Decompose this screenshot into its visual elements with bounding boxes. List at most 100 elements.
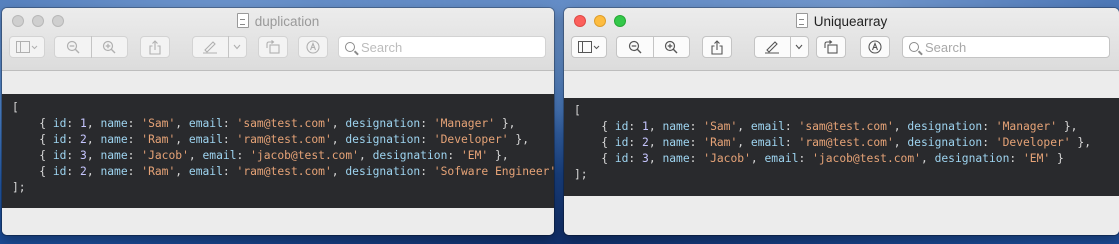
toolbar: Search: [564, 36, 1119, 60]
share-button[interactable]: [140, 36, 170, 58]
annotate-icon: [306, 40, 320, 54]
code-line: { id: 1, name: 'Sam', email: 'sam@test.c…: [574, 120, 1078, 133]
code-key-designation: designation: [934, 152, 1010, 165]
code-key-designation: designation: [907, 120, 983, 133]
code-value-email: 'ram@test.com': [236, 165, 332, 178]
code-close-bracket: ];: [574, 168, 588, 181]
sidebar-icon: [16, 41, 38, 53]
window-titlebar[interactable]: Uniquearray Search: [564, 8, 1119, 71]
window-titlebar[interactable]: duplication Search: [2, 8, 554, 71]
code-value-designation: 'Developer': [433, 133, 509, 146]
zoom-out-button[interactable]: [55, 40, 91, 54]
sidebar-icon: [578, 41, 600, 53]
rotate-icon: [823, 40, 839, 54]
document-icon: [795, 13, 808, 28]
annotate-button[interactable]: [860, 36, 890, 58]
rotate-icon: [265, 40, 281, 54]
toolbar: Search: [2, 36, 554, 60]
code-value-designation: 'Manager': [433, 117, 496, 130]
code-value-id: 3: [642, 152, 649, 165]
code-key-name: name: [100, 149, 128, 162]
rotate-button[interactable]: [816, 36, 846, 58]
sidebar-toggle-button[interactable]: [571, 36, 607, 58]
zoom-out-icon: [628, 40, 642, 54]
code-key-name: name: [662, 136, 690, 149]
rotate-button[interactable]: [258, 36, 288, 58]
code-value-name: 'Sam': [703, 120, 738, 133]
chevron-down-icon: [229, 44, 246, 50]
search-placeholder: Search: [925, 39, 967, 55]
code-value-id: 1: [642, 120, 649, 133]
preview-window-duplication[interactable]: duplication Search [{id: 1, name: 'Sam…: [2, 8, 554, 235]
zoom-out-button[interactable]: [617, 40, 653, 54]
code-key-email: email: [750, 136, 785, 149]
annotate-button[interactable]: [298, 36, 328, 58]
code-key-name: name: [100, 133, 128, 146]
document-content: [ { id: 1, name: 'Sam', email: 'sam@test…: [564, 71, 1119, 235]
zoom-in-button[interactable]: [653, 40, 689, 54]
code-value-email: 'sam@test.com': [798, 120, 894, 133]
zoom-in-icon: [664, 40, 678, 54]
search-field[interactable]: Search: [338, 36, 546, 58]
code-key-name: name: [100, 165, 128, 178]
code-open-bracket: [: [12, 101, 19, 114]
code-value-designation: 'EM': [1023, 152, 1051, 165]
code-value-name: 'Jacob': [703, 152, 751, 165]
window-title-text: duplication: [254, 14, 320, 29]
code-key-designation: designation: [345, 133, 421, 146]
code-value-designation: 'EM': [461, 149, 489, 162]
zoom-in-icon: [102, 40, 116, 54]
code-key-name: name: [662, 120, 690, 133]
share-icon: [149, 39, 161, 55]
code-key-id: id: [52, 149, 67, 162]
search-icon: [345, 42, 355, 52]
code-key-email: email: [188, 133, 223, 146]
code-key-email: email: [750, 120, 785, 133]
window-title: Uniquearray: [564, 13, 1119, 29]
markup-dropdown[interactable]: [754, 36, 809, 58]
code-value-email: 'sam@test.com': [236, 117, 332, 130]
code-key-name: name: [662, 152, 690, 165]
document-icon: [236, 13, 249, 28]
zoom-in-button[interactable]: [91, 40, 127, 54]
search-placeholder: Search: [361, 39, 403, 55]
code-key-designation: designation: [345, 165, 421, 178]
search-icon: [909, 42, 919, 52]
code-value-name: 'Sam': [141, 117, 176, 130]
code-value-email: 'ram@test.com': [236, 133, 332, 146]
code-value-name: 'Ram': [703, 136, 738, 149]
zoom-controls: [616, 36, 690, 58]
code-key-designation: designation: [345, 117, 421, 130]
code-block: [ { id: 1, name: 'Sam', email: 'sam@test…: [2, 94, 554, 208]
preview-window-uniquearray[interactable]: Uniquearray Search [{id: 1, name: 'Sam…: [564, 8, 1119, 235]
code-key-email: email: [764, 152, 799, 165]
sidebar-toggle-button[interactable]: [9, 36, 45, 58]
code-key-id: id: [614, 136, 629, 149]
code-line: { id: 1, name: 'Sam', email: 'sam@test.c…: [12, 117, 516, 130]
window-title-text: Uniquearray: [813, 14, 888, 29]
code-key-id: id: [52, 117, 67, 130]
zoom-out-icon: [66, 40, 80, 54]
code-value-name: 'Ram': [141, 165, 176, 178]
annotate-icon: [868, 40, 882, 54]
code-line: { id: 3, name: 'Jacob', email: 'jacob@te…: [574, 152, 1064, 165]
code-value-name: 'Ram': [141, 133, 176, 146]
code-key-id: id: [614, 152, 629, 165]
code-key-designation: designation: [372, 149, 448, 162]
code-value-email: 'jacob@test.com': [812, 152, 921, 165]
markup-dropdown[interactable]: [192, 36, 247, 58]
code-value-id: 2: [80, 133, 87, 146]
code-close-bracket: ];: [12, 181, 26, 194]
document-content: [ { id: 1, name: 'Sam', email: 'sam@test…: [2, 71, 554, 235]
share-button[interactable]: [702, 36, 732, 58]
code-value-id: 2: [80, 165, 87, 178]
search-field[interactable]: Search: [902, 36, 1110, 58]
code-value-designation: 'Manager': [995, 120, 1058, 133]
code-value-email: 'jacob@test.com': [250, 149, 359, 162]
code-key-id: id: [52, 133, 67, 146]
code-key-email: email: [188, 165, 223, 178]
code-line: { id: 2, name: 'Ram', email: 'ram@test.c…: [12, 165, 554, 178]
code-key-designation: designation: [907, 136, 983, 149]
code-open-bracket: [: [574, 104, 581, 117]
code-key-name: name: [100, 117, 128, 130]
